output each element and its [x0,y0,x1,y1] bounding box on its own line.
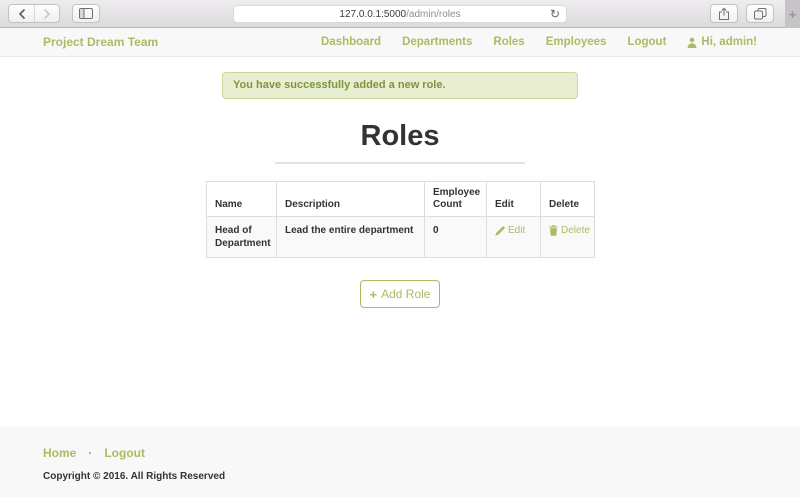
cell-edit: Edit [486,216,541,258]
refresh-icon[interactable]: ↻ [550,7,560,22]
add-role-label: Add Role [381,287,431,301]
sidebar-icon [79,8,93,19]
cell-role-name: Head of Department [206,216,277,258]
delete-link[interactable]: Delete [549,224,590,237]
cell-employee-count: 0 [424,216,487,258]
footer-links: Home · Logout [43,446,800,460]
user-greeting: Hi, admin! [687,36,757,48]
toolbar-right-buttons [702,4,774,23]
nav-employees[interactable]: Employees [546,36,607,48]
plus-icon: + [369,286,378,302]
browser-forward-button[interactable] [34,5,59,22]
cell-role-description: Lead the entire department [276,216,425,258]
tab-overview-button[interactable] [746,4,774,23]
header-employee-count: Employee Count [424,181,487,217]
chevron-left-icon [18,8,25,19]
main-content: You have successfully added a new role. … [0,57,800,426]
copyright-text: Copyright © 2016. All Rights Reserved [43,471,226,482]
header-name: Name [206,181,277,217]
share-button[interactable] [710,4,738,23]
site-navbar: Project Dream Team Dashboard Departments… [0,28,800,57]
trash-icon [549,225,558,236]
url-host: 127.0.0.1:5000 [339,8,407,20]
roles-table: Name Description Employee Count Edit Del… [206,181,595,258]
page-title: Roles [360,120,440,152]
footer-logout-link[interactable]: Logout [104,446,145,460]
new-tab-button[interactable]: + [785,0,800,28]
user-greeting-label: Hi, admin! [701,36,757,48]
cell-delete: Delete [540,216,595,258]
table-row: Head of Department Lead the entire depar… [206,216,595,258]
footer-separator: · [88,446,93,460]
tab-overview-icon [753,7,766,19]
url-path: /admin/roles [406,8,461,20]
footer-home-link[interactable]: Home [43,446,76,460]
add-role-button[interactable]: + Add Role [360,280,440,308]
chevron-right-icon [44,8,51,19]
page-footer: Home · Logout Copyright © 2016. All Righ… [0,426,800,497]
share-icon [719,7,729,20]
nav-links: Dashboard Departments Roles Employees Lo… [321,36,757,48]
history-button-group [8,4,60,23]
pencil-icon [495,225,505,236]
table-header-row: Name Description Employee Count Edit Del… [206,181,595,217]
nav-logout[interactable]: Logout [627,36,666,48]
delete-link-label: Delete [561,225,590,236]
user-icon [688,37,697,48]
nav-roles[interactable]: Roles [493,36,524,48]
address-bar[interactable]: 127.0.0.1:5000/admin/roles ↻ [233,5,567,23]
sidebar-toggle-button[interactable] [72,4,100,23]
nav-departments[interactable]: Departments [402,36,472,48]
plus-icon: + [788,6,797,22]
browser-back-button[interactable] [9,5,34,22]
roles-table-container: Name Description Employee Count Edit Del… [206,181,595,258]
header-description: Description [276,181,425,217]
nav-dashboard[interactable]: Dashboard [321,36,381,48]
header-delete: Delete [540,181,595,217]
title-divider [275,162,525,164]
header-edit: Edit [486,181,541,217]
success-alert: You have successfully added a new role. [222,72,578,99]
alert-message: You have successfully added a new role. [233,79,446,91]
browser-toolbar: 127.0.0.1:5000/admin/roles ↻ + [0,0,800,28]
brand-link[interactable]: Project Dream Team [43,35,158,49]
edit-link-label: Edit [508,225,526,236]
edit-link[interactable]: Edit [495,224,525,237]
